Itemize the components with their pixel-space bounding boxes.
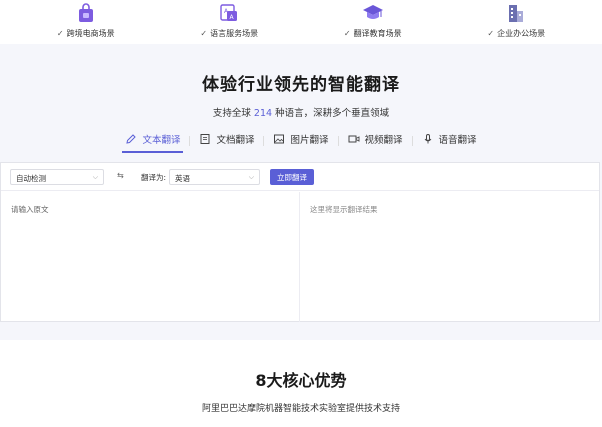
- tab-image-translation[interactable]: 图片翻译: [273, 128, 329, 153]
- translator-panel: 自动检测 ⌵ ⇆ 翻译为: 英语 ⌵ 立即翻译 这里将显示翻译结果: [0, 162, 600, 322]
- scenario-label: 语言服务场景: [210, 29, 259, 38]
- source-text-input[interactable]: [11, 204, 291, 304]
- translate-now-button[interactable]: 立即翻译: [270, 169, 314, 185]
- tab-document-translation[interactable]: 文档翻译: [199, 128, 254, 153]
- video-icon: [348, 135, 359, 143]
- tab-divider: [337, 135, 339, 146]
- scenario-language-service[interactable]: A A ✓ 语言服务场景: [169, 0, 289, 39]
- check-icon: ✓: [343, 29, 351, 38]
- tab-divider: [263, 135, 265, 146]
- swap-languages-icon[interactable]: ⇆: [117, 171, 124, 180]
- subtitle-suffix: 种语言，深耕多个垂直领域: [275, 108, 390, 119]
- tab-divider: [411, 135, 413, 146]
- advantages-section: 8大核心优势 阿里巴巴达摩院机器智能技术实验室提供技术支持: [0, 340, 602, 427]
- subtitle-prefix: 支持全球: [212, 108, 251, 119]
- tab-label: 文档翻译: [216, 135, 255, 146]
- microphone-icon: [424, 134, 431, 144]
- source-language-select[interactable]: 自动检测 ⌵: [10, 169, 104, 185]
- result-placeholder: 这里将显示翻译结果: [310, 205, 378, 214]
- tab-label: 语音翻译: [438, 135, 477, 146]
- image-icon: [274, 134, 285, 144]
- tab-label: 图片翻译: [290, 135, 329, 146]
- language-count: 214: [253, 108, 273, 119]
- tab-text-translation[interactable]: 文本翻译: [122, 128, 184, 153]
- target-language-value: 英语: [175, 174, 190, 183]
- target-language-select[interactable]: 英语 ⌵: [169, 169, 260, 185]
- hero-subtitle: 支持全球 214 种语言，深耕多个垂直领域: [0, 105, 602, 119]
- scenario-label: 翻译教育场景: [353, 29, 402, 38]
- scenario-label: 跨境电商场景: [66, 29, 115, 38]
- source-text-pane: [1, 192, 300, 322]
- target-language-label: 翻译为:: [141, 173, 167, 182]
- translation-mode-tabs: 文本翻译 文档翻译 图片翻译 视频翻译 语音翻译: [0, 128, 602, 153]
- scenario-label: 企业办公场景: [497, 29, 546, 38]
- scenario-office[interactable]: ✓ 企业办公场景: [456, 0, 576, 39]
- page-title: 体验行业领先的智能翻译: [202, 75, 400, 95]
- language-doc-icon: A A: [220, 4, 238, 21]
- shopping-bag-icon: [78, 3, 93, 22]
- scenario-ecommerce[interactable]: ✓ 跨境电商场景: [26, 0, 146, 39]
- advantages-subtitle: 阿里巴巴达摩院机器智能技术实验室提供技术支持: [201, 404, 400, 414]
- graduation-cap-icon: [362, 5, 383, 19]
- scenario-strip: ✓ 跨境电商场景 A A ✓ 语言服务场景 ✓ 翻译教育场景 ✓ 企业办公场景: [0, 0, 602, 44]
- chevron-down-icon: ⌵: [248, 173, 254, 181]
- translation-result-pane: 这里将显示翻译结果: [300, 192, 600, 322]
- scenario-education[interactable]: ✓ 翻译教育场景: [313, 0, 433, 39]
- source-language-value: 自动检测: [16, 174, 46, 183]
- tab-divider: [189, 135, 191, 146]
- tab-label: 文本翻译: [142, 135, 181, 146]
- check-icon: ✓: [200, 29, 208, 38]
- check-icon: ✓: [56, 29, 64, 38]
- office-building-icon: [509, 5, 524, 22]
- chevron-down-icon: ⌵: [92, 173, 98, 181]
- translator-toolbar: 自动检测 ⌵ ⇆ 翻译为: 英语 ⌵ 立即翻译: [1, 163, 599, 191]
- pencil-icon: [126, 134, 137, 144]
- tab-label: 视频翻译: [364, 135, 403, 146]
- advantages-title: 8大核心优势: [255, 371, 347, 390]
- check-icon: ✓: [487, 29, 495, 38]
- document-icon: [200, 134, 210, 144]
- tab-video-translation[interactable]: 视频翻译: [348, 128, 403, 153]
- tab-voice-translation[interactable]: 语音翻译: [422, 128, 477, 153]
